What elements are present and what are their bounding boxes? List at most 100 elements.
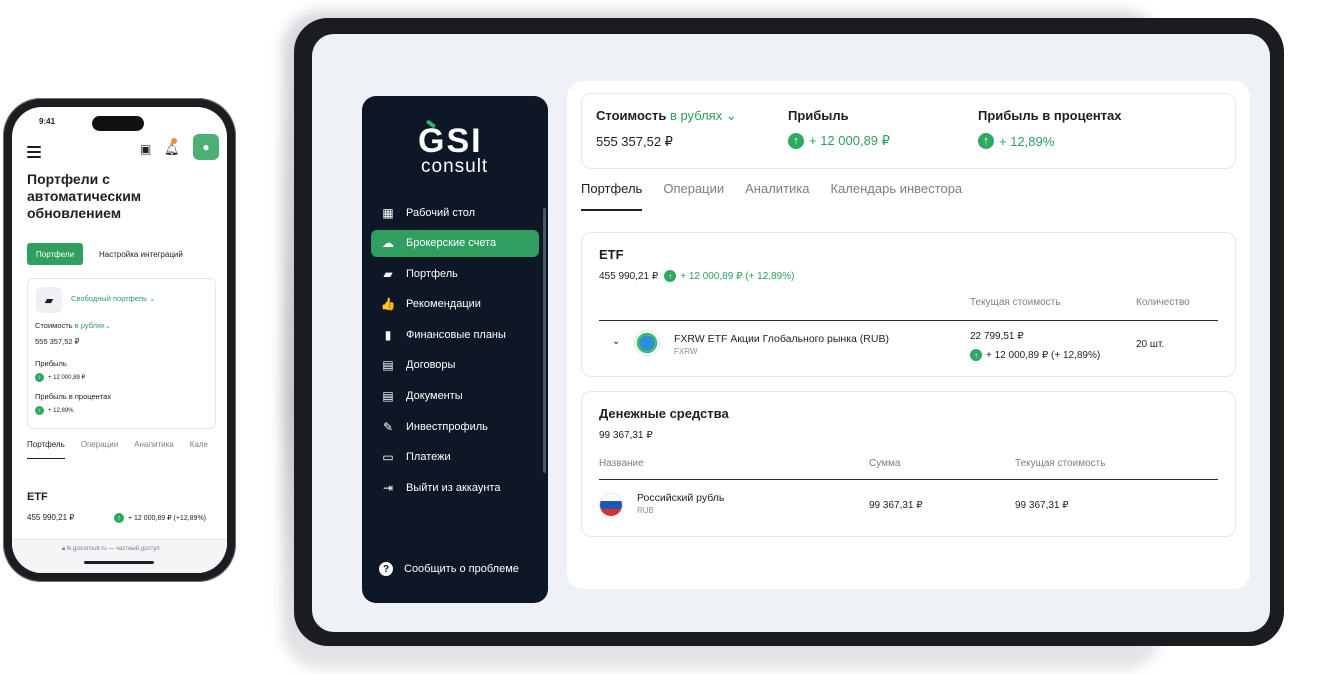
arrow-up-icon: ↑ bbox=[970, 349, 982, 361]
url-suffix: — частный доступ bbox=[108, 546, 160, 552]
etf-total: 455 990,21 ₽ bbox=[599, 270, 659, 282]
cost-label: Стоимость в рублях ⌄ bbox=[596, 108, 737, 123]
sidebar-item-label: Рабочий стол bbox=[406, 206, 476, 219]
expand-chevron-icon[interactable]: ⌄ bbox=[612, 336, 620, 347]
url-text: 🔒︎ lk.gsiconsult.ru — частный доступ bbox=[62, 546, 160, 553]
cloud-icon: ☁ bbox=[382, 236, 394, 251]
profit-pct-value-row: ↑ + 12,89% bbox=[35, 406, 74, 415]
sidebar-item-1[interactable]: ☁ Брокерские счета bbox=[371, 229, 539, 257]
hamburger-menu-icon[interactable] bbox=[27, 146, 41, 161]
briefcase-icon: ▰ bbox=[36, 287, 62, 313]
sidebar-menu: ▦ Рабочий стол ☁ Брокерские счета ▰ Портфель 👍… bbox=[371, 199, 539, 505]
tab-analytics[interactable]: Аналитика bbox=[745, 181, 809, 211]
sidebar-item-label: Рекомендации bbox=[406, 298, 481, 311]
fund-change: + 12 000,89 ₽ (+ 12,89%) bbox=[986, 349, 1101, 361]
sidebar-item-3[interactable]: 👍 Рекомендации bbox=[371, 291, 539, 318]
chevron-down-icon: ⌄ bbox=[725, 108, 737, 123]
arrow-up-icon: ↑ bbox=[35, 406, 44, 415]
thumbs-up-icon: 👍 bbox=[380, 297, 396, 312]
cost-value: 555 357,52 ₽ bbox=[596, 134, 673, 149]
marketing-composite: GSI consult ▦ Рабочий стол ☁ Брокерские сче… bbox=[0, 0, 1326, 674]
profit-label: Прибыль bbox=[788, 108, 849, 123]
avatar[interactable]: ● bbox=[193, 134, 219, 160]
sidebar-item-5[interactable]: ▤ Договоры bbox=[371, 352, 539, 379]
summary-cost: Стоимость в рублях ⌄ 555 357,52 ₽ bbox=[596, 108, 737, 150]
etf-change: + 12 000,89 ₽ (+ 12,89%) bbox=[680, 270, 795, 282]
sidebar-item-8[interactable]: ▭ Платежи bbox=[371, 444, 539, 471]
sidebar-item-4[interactable]: ▮ Финансовые планы bbox=[371, 321, 539, 348]
sidebar-item-label: Платежи bbox=[406, 451, 451, 464]
report-problem-label: Сообщить о проблеме bbox=[404, 563, 519, 575]
sidebar-item-label: Финансовые планы bbox=[406, 328, 506, 341]
russia-flag-icon bbox=[599, 493, 623, 517]
etf-title: ETF bbox=[27, 491, 48, 503]
sidebar-scrollbar[interactable] bbox=[543, 208, 546, 473]
briefcase-icon: ▰ bbox=[383, 266, 393, 281]
table-divider bbox=[599, 320, 1218, 321]
lock-icon: 🔒︎ bbox=[62, 546, 66, 552]
page-title: Портфели с автоматическим обновлением bbox=[27, 171, 142, 221]
tab-investor-calendar[interactable]: Календарь инвестора bbox=[831, 181, 963, 211]
column-header-current-value: Текущая стоимость bbox=[1015, 458, 1106, 469]
fund-quantity: 20 шт. bbox=[1136, 339, 1165, 350]
currency-name[interactable]: Российский рубль bbox=[637, 492, 724, 504]
sidebar-item-label: Инвестпрофиль bbox=[406, 420, 488, 433]
dashboard-icon: ▦ bbox=[382, 205, 394, 220]
phone-tabs: Портфель Операции Аналитика Кале bbox=[27, 440, 224, 459]
currency-dropdown[interactable]: в рублях ⌄ bbox=[670, 108, 737, 123]
logo-consult-text: consult bbox=[421, 156, 489, 177]
sidebar-item-0[interactable]: ▦ Рабочий стол bbox=[371, 199, 539, 226]
column-header-amount: Сумма bbox=[869, 458, 901, 469]
sidebar-item-7[interactable]: ✎ Инвестпрофиль bbox=[371, 413, 539, 440]
portfolio-tabs: Портфель Операции Аналитика Календарь ин… bbox=[581, 181, 983, 211]
home-indicator bbox=[84, 561, 154, 564]
profit-pct-label: Прибыль в процентах bbox=[978, 108, 1122, 123]
sidebar-item-label: Документы bbox=[406, 390, 463, 403]
tab-operations[interactable]: Операции bbox=[663, 181, 724, 211]
dynamic-island bbox=[92, 116, 144, 131]
column-header-name: Название bbox=[599, 458, 644, 469]
portfolio-select[interactable]: Свободный портфель ⌄ bbox=[71, 294, 155, 303]
cost-value: 555 357,52 ₽ bbox=[35, 337, 80, 346]
chat-icon[interactable]: ▣ bbox=[140, 142, 151, 156]
browser-url-bar[interactable]: 🔒︎ lk.gsiconsult.ru — частный доступ bbox=[12, 539, 227, 573]
tab-calendar[interactable]: Кале bbox=[190, 440, 208, 459]
profit-label: Прибыль bbox=[35, 359, 67, 368]
integrations-settings-button[interactable]: Настройка интеграций bbox=[99, 243, 183, 265]
tab-portfolio[interactable]: Портфель bbox=[27, 440, 65, 459]
notification-badge bbox=[171, 138, 177, 144]
sidebar-item-9[interactable]: ⇥ Выйти из аккаунта bbox=[371, 474, 539, 501]
cash-card: Денежные средства 99 367,31 ₽ Название С… bbox=[581, 391, 1236, 537]
profile-edit-icon: ✎ bbox=[382, 419, 394, 434]
report-problem-link[interactable]: ? Сообщить о проблеме bbox=[379, 562, 519, 576]
main-panel: Стоимость в рублях ⌄ 555 357,52 ₽ Прибыл… bbox=[567, 81, 1250, 589]
currency-dropdown[interactable]: в рублях bbox=[75, 321, 105, 330]
chevron-down-icon: ⌄ bbox=[149, 294, 156, 303]
portfolios-button[interactable]: Портфели bbox=[27, 243, 84, 265]
sidebar-item-6[interactable]: ▤ Документы bbox=[371, 383, 539, 410]
logo-gsi-text: GSI bbox=[418, 124, 498, 158]
profit-value-row: ↑ + 12 000,89 ₽ bbox=[35, 373, 85, 382]
url-domain: lk.gsiconsult.ru bbox=[66, 546, 107, 552]
tab-operations[interactable]: Операции bbox=[81, 440, 118, 459]
cost-label: Стоимость в рублях ⌄ bbox=[35, 321, 112, 330]
logout-icon: ⇥ bbox=[382, 480, 394, 495]
clipboard-icon: ▤ bbox=[382, 358, 394, 373]
tab-portfolio[interactable]: Портфель bbox=[581, 181, 643, 211]
fund-ticker: FXRW bbox=[674, 347, 698, 356]
column-header-current-value: Текущая стоимость bbox=[970, 297, 1061, 308]
fund-name[interactable]: FXRW ETF Акции Глобального рынка (RUB) bbox=[674, 333, 889, 345]
sidebar-item-2[interactable]: ▰ Портфель bbox=[371, 260, 539, 287]
gsi-consult-logo[interactable]: GSI consult bbox=[418, 124, 498, 176]
currency-code: RUB bbox=[637, 506, 654, 515]
sidebar-item-label: Выйти из аккаунта bbox=[406, 481, 501, 494]
summary-profit: Прибыль ↑ + 12 000,89 ₽ bbox=[788, 108, 890, 149]
sidebar-item-label: Портфель bbox=[406, 267, 458, 280]
etf-change-row: ↑ + 12 000,89 ₽ (+12,89%) bbox=[114, 513, 206, 523]
currency-current-value: 99 367,31 ₽ bbox=[1015, 500, 1069, 511]
bell-icon[interactable]: 🔔︎ bbox=[164, 142, 179, 156]
profit-value-row: ↑ + 12 000,89 ₽ bbox=[788, 133, 890, 149]
chevron-down-icon: ⌄ bbox=[104, 321, 112, 330]
tab-analytics[interactable]: Аналитика bbox=[134, 440, 174, 459]
help-icon: ? bbox=[379, 562, 393, 576]
